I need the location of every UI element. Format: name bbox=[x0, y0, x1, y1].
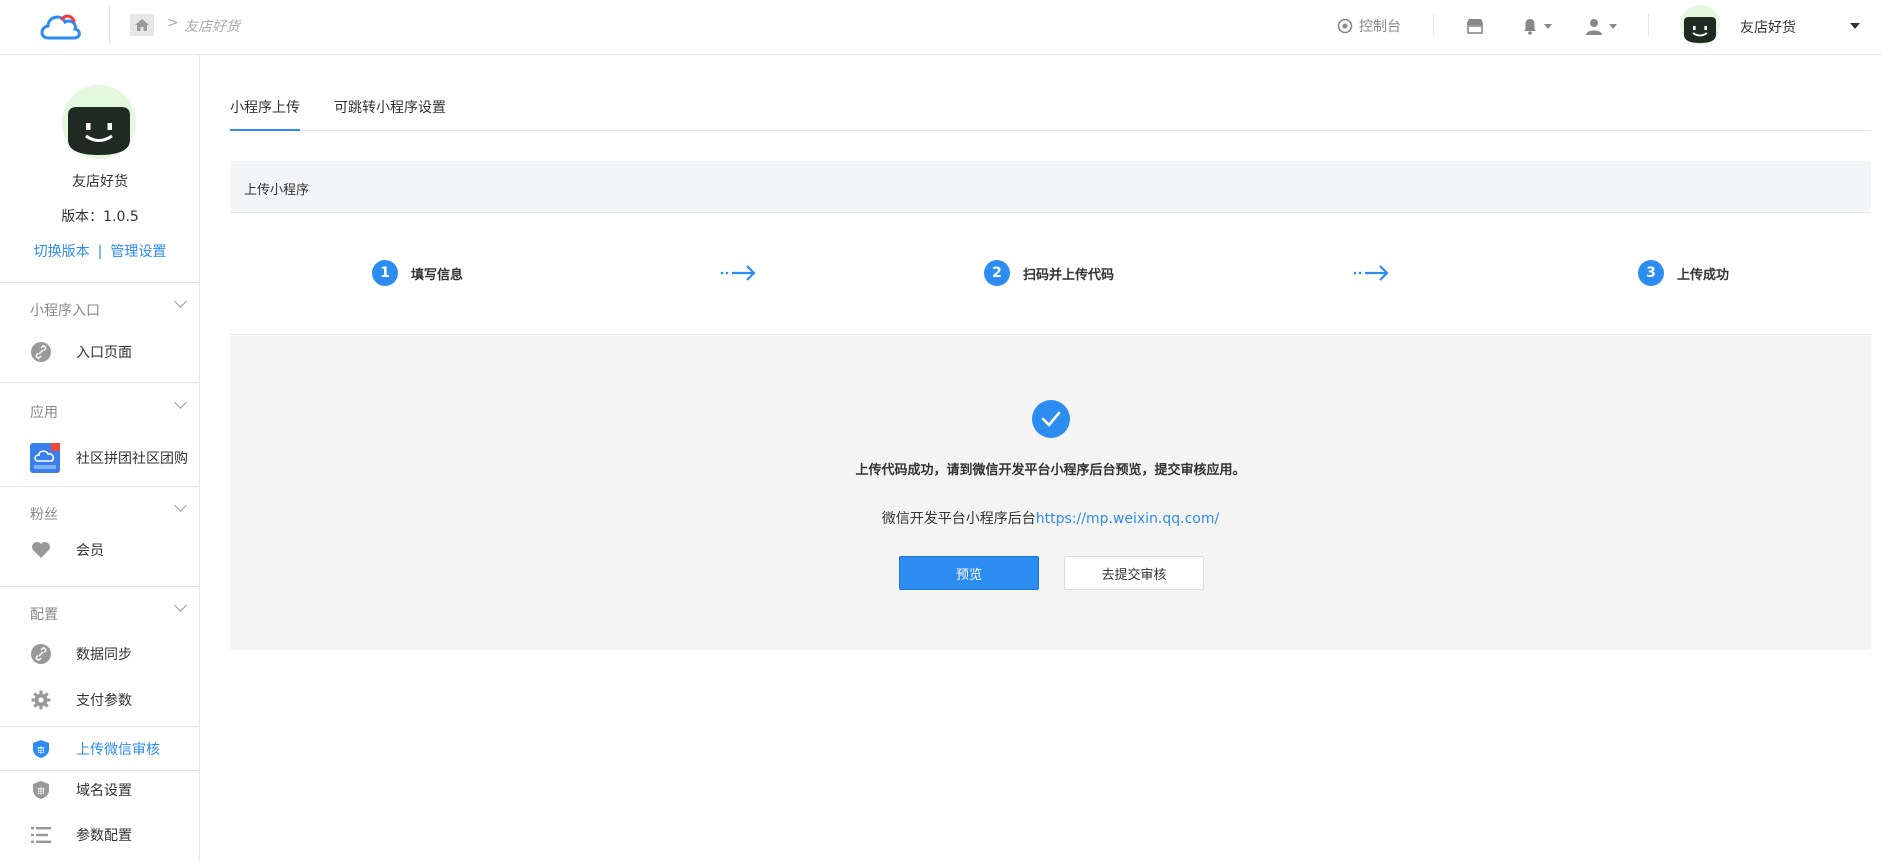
community-groupbuy-app-icon bbox=[30, 443, 60, 473]
sidebar: 友店好货 版本：1.0.5 切换版本 | 管理设置 小程序入口 入口页面 应用 社区… bbox=[0, 55, 200, 861]
section-title[interactable]: 粉丝 bbox=[30, 504, 58, 524]
section-title[interactable]: 小程序入口 bbox=[30, 300, 100, 320]
sidebar-item-community-groupbuy[interactable]: 社区拼团社区团购 bbox=[0, 439, 200, 477]
sidebar-item-domain-settings[interactable]: 审 域名设置 bbox=[0, 771, 200, 809]
preview-button[interactable]: 预览 bbox=[899, 556, 1039, 590]
step-label: 扫码并上传代码 bbox=[1023, 267, 1115, 283]
link-icon bbox=[30, 341, 52, 363]
user-menu-button[interactable] bbox=[1585, 14, 1617, 38]
chevron-down-icon[interactable] bbox=[174, 599, 187, 612]
arrow-right-icon bbox=[720, 265, 756, 281]
console-label: 控制台 bbox=[1359, 19, 1401, 35]
tab-jumpable-miniprogram-settings[interactable]: 可跳转小程序设置 bbox=[334, 97, 446, 129]
store-icon bbox=[1467, 19, 1483, 34]
breadcrumb[interactable]: 友店好货 bbox=[184, 16, 240, 36]
platform-hint: 微信开发平台小程序后台https://mp.weixin.qq.com/ bbox=[230, 508, 1871, 528]
panel-title: 上传小程序 bbox=[244, 183, 310, 198]
chevron-down-icon[interactable] bbox=[174, 499, 187, 512]
divider bbox=[109, 6, 110, 44]
tab-miniprogram-upload[interactable]: 小程序上传 bbox=[230, 97, 300, 131]
sidebar-item-label: 社区拼团社区团购 bbox=[76, 451, 188, 467]
success-message: 上传代码成功，请到微信开发平台小程序后台预览，提交审核应用。 bbox=[855, 463, 1246, 478]
sidebar-item-label: 入口页面 bbox=[76, 345, 132, 361]
shield-icon: 审 bbox=[30, 738, 52, 760]
section-title[interactable]: 应用 bbox=[30, 402, 58, 422]
upload-steps: 1 填写信息 2 扫码并上传代码 3 上传成功 bbox=[230, 213, 1871, 335]
store-button[interactable] bbox=[1466, 14, 1484, 38]
list-icon bbox=[30, 824, 52, 846]
step-number: 2 bbox=[984, 260, 1010, 286]
sidebar-item-label: 参数配置 bbox=[76, 828, 132, 844]
chevron-down-icon bbox=[1544, 23, 1552, 29]
profile-name: 友店好货 bbox=[72, 174, 128, 190]
sidebar-item-upload-wechat-review[interactable]: 审 上传微信审核 bbox=[0, 726, 200, 771]
sidebar-item-label: 会员 bbox=[76, 543, 104, 559]
svg-text:审: 审 bbox=[37, 745, 45, 755]
switch-version-link[interactable]: 切换版本 bbox=[34, 244, 90, 260]
sidebar-item-label: 上传微信审核 bbox=[76, 741, 160, 758]
upload-result: 上传代码成功，请到微信开发平台小程序后台预览，提交审核应用。 微信开发平台小程序… bbox=[230, 336, 1871, 650]
platform-hint-text: 微信开发平台小程序后台 bbox=[881, 511, 1036, 527]
cloud-logo-icon[interactable] bbox=[38, 10, 84, 42]
sidebar-section-config: 配置 数据同步 支付参数 审 上传微信审核 审 域名设置 参数配置 bbox=[0, 586, 200, 861]
arrow-right-icon bbox=[1353, 265, 1389, 281]
profile-version: 版本：1.0.5 bbox=[61, 209, 139, 225]
sidebar-item-data-sync[interactable]: 数据同步 bbox=[0, 635, 200, 673]
step-number: 1 bbox=[372, 260, 398, 286]
home-button[interactable] bbox=[130, 14, 154, 36]
gear-icon bbox=[30, 689, 52, 711]
step-3: 3 上传成功 bbox=[1638, 260, 1729, 286]
link-separator: | bbox=[97, 244, 103, 260]
svg-text:审: 审 bbox=[37, 786, 45, 796]
sidebar-item-payment-params[interactable]: 支付参数 bbox=[0, 681, 200, 719]
chevron-down-icon[interactable] bbox=[174, 396, 187, 409]
sidebar-item-entry-page[interactable]: 入口页面 bbox=[0, 333, 200, 371]
chevron-down-icon[interactable] bbox=[174, 295, 187, 308]
sidebar-item-label: 数据同步 bbox=[76, 647, 132, 663]
breadcrumb-separator: > bbox=[167, 15, 179, 31]
sidebar-section-fans: 粉丝 会员 bbox=[0, 486, 200, 586]
sidebar-item-label: 域名设置 bbox=[76, 783, 132, 799]
sidebar-item-members[interactable]: 会员 bbox=[0, 531, 200, 569]
bell-icon bbox=[1524, 18, 1536, 35]
heart-icon bbox=[30, 539, 52, 561]
sidebar-section-apps: 应用 社区拼团社区团购 bbox=[0, 382, 200, 486]
sidebar-section-entry: 小程序入口 入口页面 bbox=[0, 282, 200, 382]
sidebar-item-param-config[interactable]: 参数配置 bbox=[0, 816, 200, 854]
console-link[interactable]: 控制台 bbox=[1337, 14, 1401, 38]
notification-button[interactable] bbox=[1522, 14, 1552, 38]
user-icon bbox=[1586, 18, 1602, 35]
sidebar-item-label: 支付参数 bbox=[76, 693, 132, 709]
avatar[interactable] bbox=[1680, 5, 1720, 45]
chevron-down-icon bbox=[1609, 23, 1617, 29]
home-icon bbox=[135, 19, 149, 31]
chevron-down-icon[interactable] bbox=[1850, 23, 1860, 29]
gauge-icon bbox=[1337, 18, 1353, 34]
shop-name[interactable]: 友店好货 bbox=[1740, 17, 1796, 37]
top-bar: > 友店好货 控制台 友店好货 bbox=[0, 0, 1882, 55]
step-label: 填写信息 bbox=[411, 267, 464, 283]
wechat-platform-link[interactable]: https://mp.weixin.qq.com/ bbox=[1036, 511, 1219, 527]
link-icon bbox=[30, 643, 52, 665]
divider bbox=[1433, 14, 1434, 36]
step-label: 上传成功 bbox=[1677, 267, 1730, 283]
success-check-icon bbox=[1032, 400, 1070, 438]
submit-review-button[interactable]: 去提交审核 bbox=[1064, 556, 1204, 590]
profile-avatar bbox=[62, 85, 136, 159]
manage-settings-link[interactable]: 管理设置 bbox=[110, 244, 166, 260]
step-number: 3 bbox=[1638, 260, 1664, 286]
step-2: 2 扫码并上传代码 bbox=[984, 260, 1114, 286]
tab-bar: 小程序上传 可跳转小程序设置 bbox=[230, 95, 1871, 131]
shield-icon: 审 bbox=[30, 779, 52, 801]
profile-links: 切换版本 | 管理设置 bbox=[0, 241, 200, 261]
divider bbox=[1648, 14, 1649, 36]
step-1: 1 填写信息 bbox=[372, 260, 463, 286]
panel-header: 上传小程序 bbox=[230, 161, 1871, 213]
section-title[interactable]: 配置 bbox=[30, 604, 58, 624]
